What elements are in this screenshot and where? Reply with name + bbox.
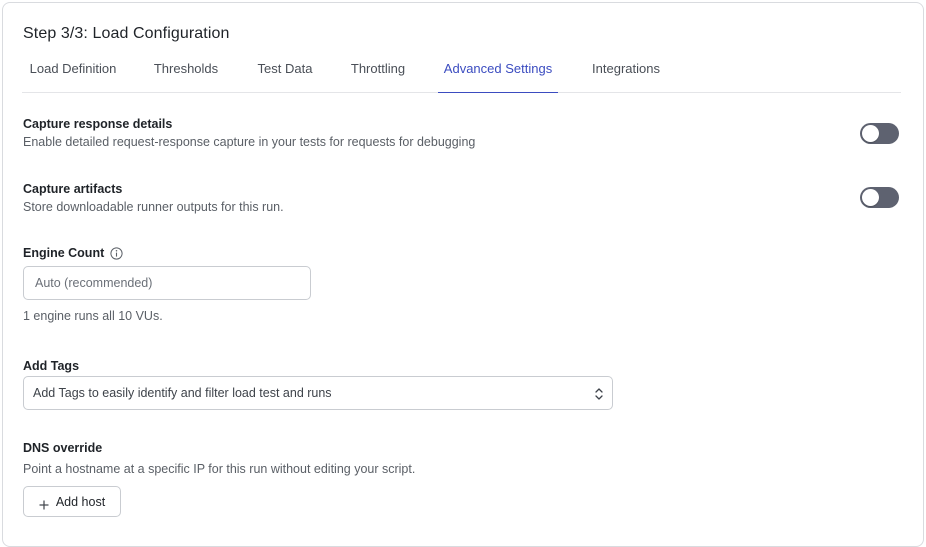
add-host-label: Add host [55, 494, 106, 509]
capture-response-description: Enable detailed request-response capture… [23, 135, 476, 149]
add-tags-select[interactable]: Add Tags to easily identify and filter l… [23, 376, 613, 410]
engine-count-hint: 1 engine runs all 10 VUs. [23, 309, 163, 323]
engine-count-label-row: Engine Count [23, 246, 123, 260]
chevron-updown-icon [594, 386, 604, 402]
capture-response-toggle[interactable] [860, 123, 899, 144]
tab-throttling[interactable]: Throttling [343, 58, 413, 93]
tab-bar: Load Definition Thresholds Test Data Thr… [22, 58, 901, 93]
tab-load-definition[interactable]: Load Definition [22, 58, 124, 93]
toggle-knob [862, 189, 879, 206]
tab-test-data[interactable]: Test Data [251, 58, 319, 93]
capture-response-title: Capture response details [23, 117, 173, 131]
add-tags-label: Add Tags [23, 359, 80, 373]
tab-thresholds[interactable]: Thresholds [148, 58, 224, 93]
dns-override-description: Point a hostname at a specific IP for th… [23, 462, 416, 476]
capture-artifacts-title: Capture artifacts [23, 182, 123, 196]
engine-count-input[interactable] [23, 266, 311, 300]
capture-artifacts-toggle[interactable] [860, 187, 899, 208]
engine-count-label: Engine Count [23, 246, 105, 260]
add-host-button[interactable]: Add host [23, 486, 121, 517]
plus-icon [39, 497, 49, 509]
tab-integrations[interactable]: Integrations [586, 58, 666, 93]
toggle-knob [862, 125, 879, 142]
tab-advanced-settings[interactable]: Advanced Settings [438, 58, 558, 93]
page-title: Step 3/3: Load Configuration [23, 25, 230, 42]
info-icon[interactable] [110, 246, 123, 260]
capture-artifacts-description: Store downloadable runner outputs for th… [23, 200, 284, 214]
add-tags-placeholder: Add Tags to easily identify and filter l… [33, 386, 332, 400]
dns-override-title: DNS override [23, 441, 103, 455]
